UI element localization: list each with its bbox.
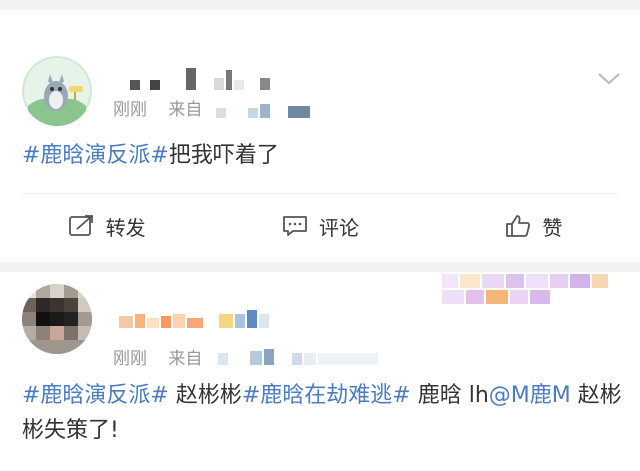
- topic-link[interactable]: #鹿晗在劫难逃#: [242, 383, 411, 408]
- post-body-text: 赵彬彬: [168, 383, 242, 408]
- chevron-down-icon[interactable]: [596, 65, 622, 91]
- post-time: 刚刚: [113, 100, 147, 120]
- username-redacted[interactable]: [119, 310, 269, 328]
- repost-icon: [68, 215, 93, 236]
- post-source-label: 来自: [168, 349, 203, 369]
- topic-link[interactable]: #鹿晗演反派#: [22, 383, 169, 408]
- repost-button[interactable]: 转发: [0, 207, 213, 245]
- topic-link[interactable]: #鹿晗演反派#: [22, 143, 169, 168]
- comment-label: 评论: [318, 215, 359, 240]
- post-text: #鹿晗演反派# 赵彬彬#鹿晗在劫难逃# 鹿晗 lh@M鹿M 赵彬彬失策了!: [22, 378, 622, 448]
- post-source-label: 来自: [168, 100, 203, 120]
- post-meta: 刚刚 来自: [113, 95, 202, 120]
- comment-icon: [283, 216, 307, 236]
- like-icon: [506, 215, 531, 237]
- post-text: #鹿晗演反派#把我吓着了: [22, 138, 279, 173]
- post-actions: 转发 评论 赞: [0, 207, 640, 245]
- post-body-text: 鹿晗 lh: [410, 383, 489, 408]
- post-time: 刚刚: [113, 349, 147, 369]
- post-source-redacted[interactable]: [218, 349, 378, 365]
- divider: [22, 193, 618, 194]
- avatar[interactable]: [22, 284, 92, 354]
- repost-label: 转发: [105, 215, 146, 240]
- top-strip: [0, 0, 640, 10]
- comment-button[interactable]: 评论: [213, 207, 426, 245]
- avatar[interactable]: [22, 56, 92, 126]
- post-body-text: 把我吓着了: [168, 143, 279, 168]
- post-card: 刚刚 来自 #鹿晗演反派#把我吓着了 转发 评论 赞: [0, 10, 640, 262]
- username-redacted[interactable]: [130, 68, 270, 90]
- mention-link[interactable]: @M鹿M: [489, 383, 571, 408]
- post-meta: 刚刚 来自: [113, 344, 202, 369]
- like-label: 赞: [542, 215, 563, 240]
- badge-redacted[interactable]: [442, 274, 612, 304]
- like-button[interactable]: 赞: [427, 207, 640, 245]
- post-source-redacted[interactable]: [216, 104, 310, 118]
- post-card: 刚刚 来自 #鹿晗演反派# 赵彬彬#鹿晗在劫难逃# 鹿晗 lh@M鹿M 赵彬彬失…: [0, 272, 640, 471]
